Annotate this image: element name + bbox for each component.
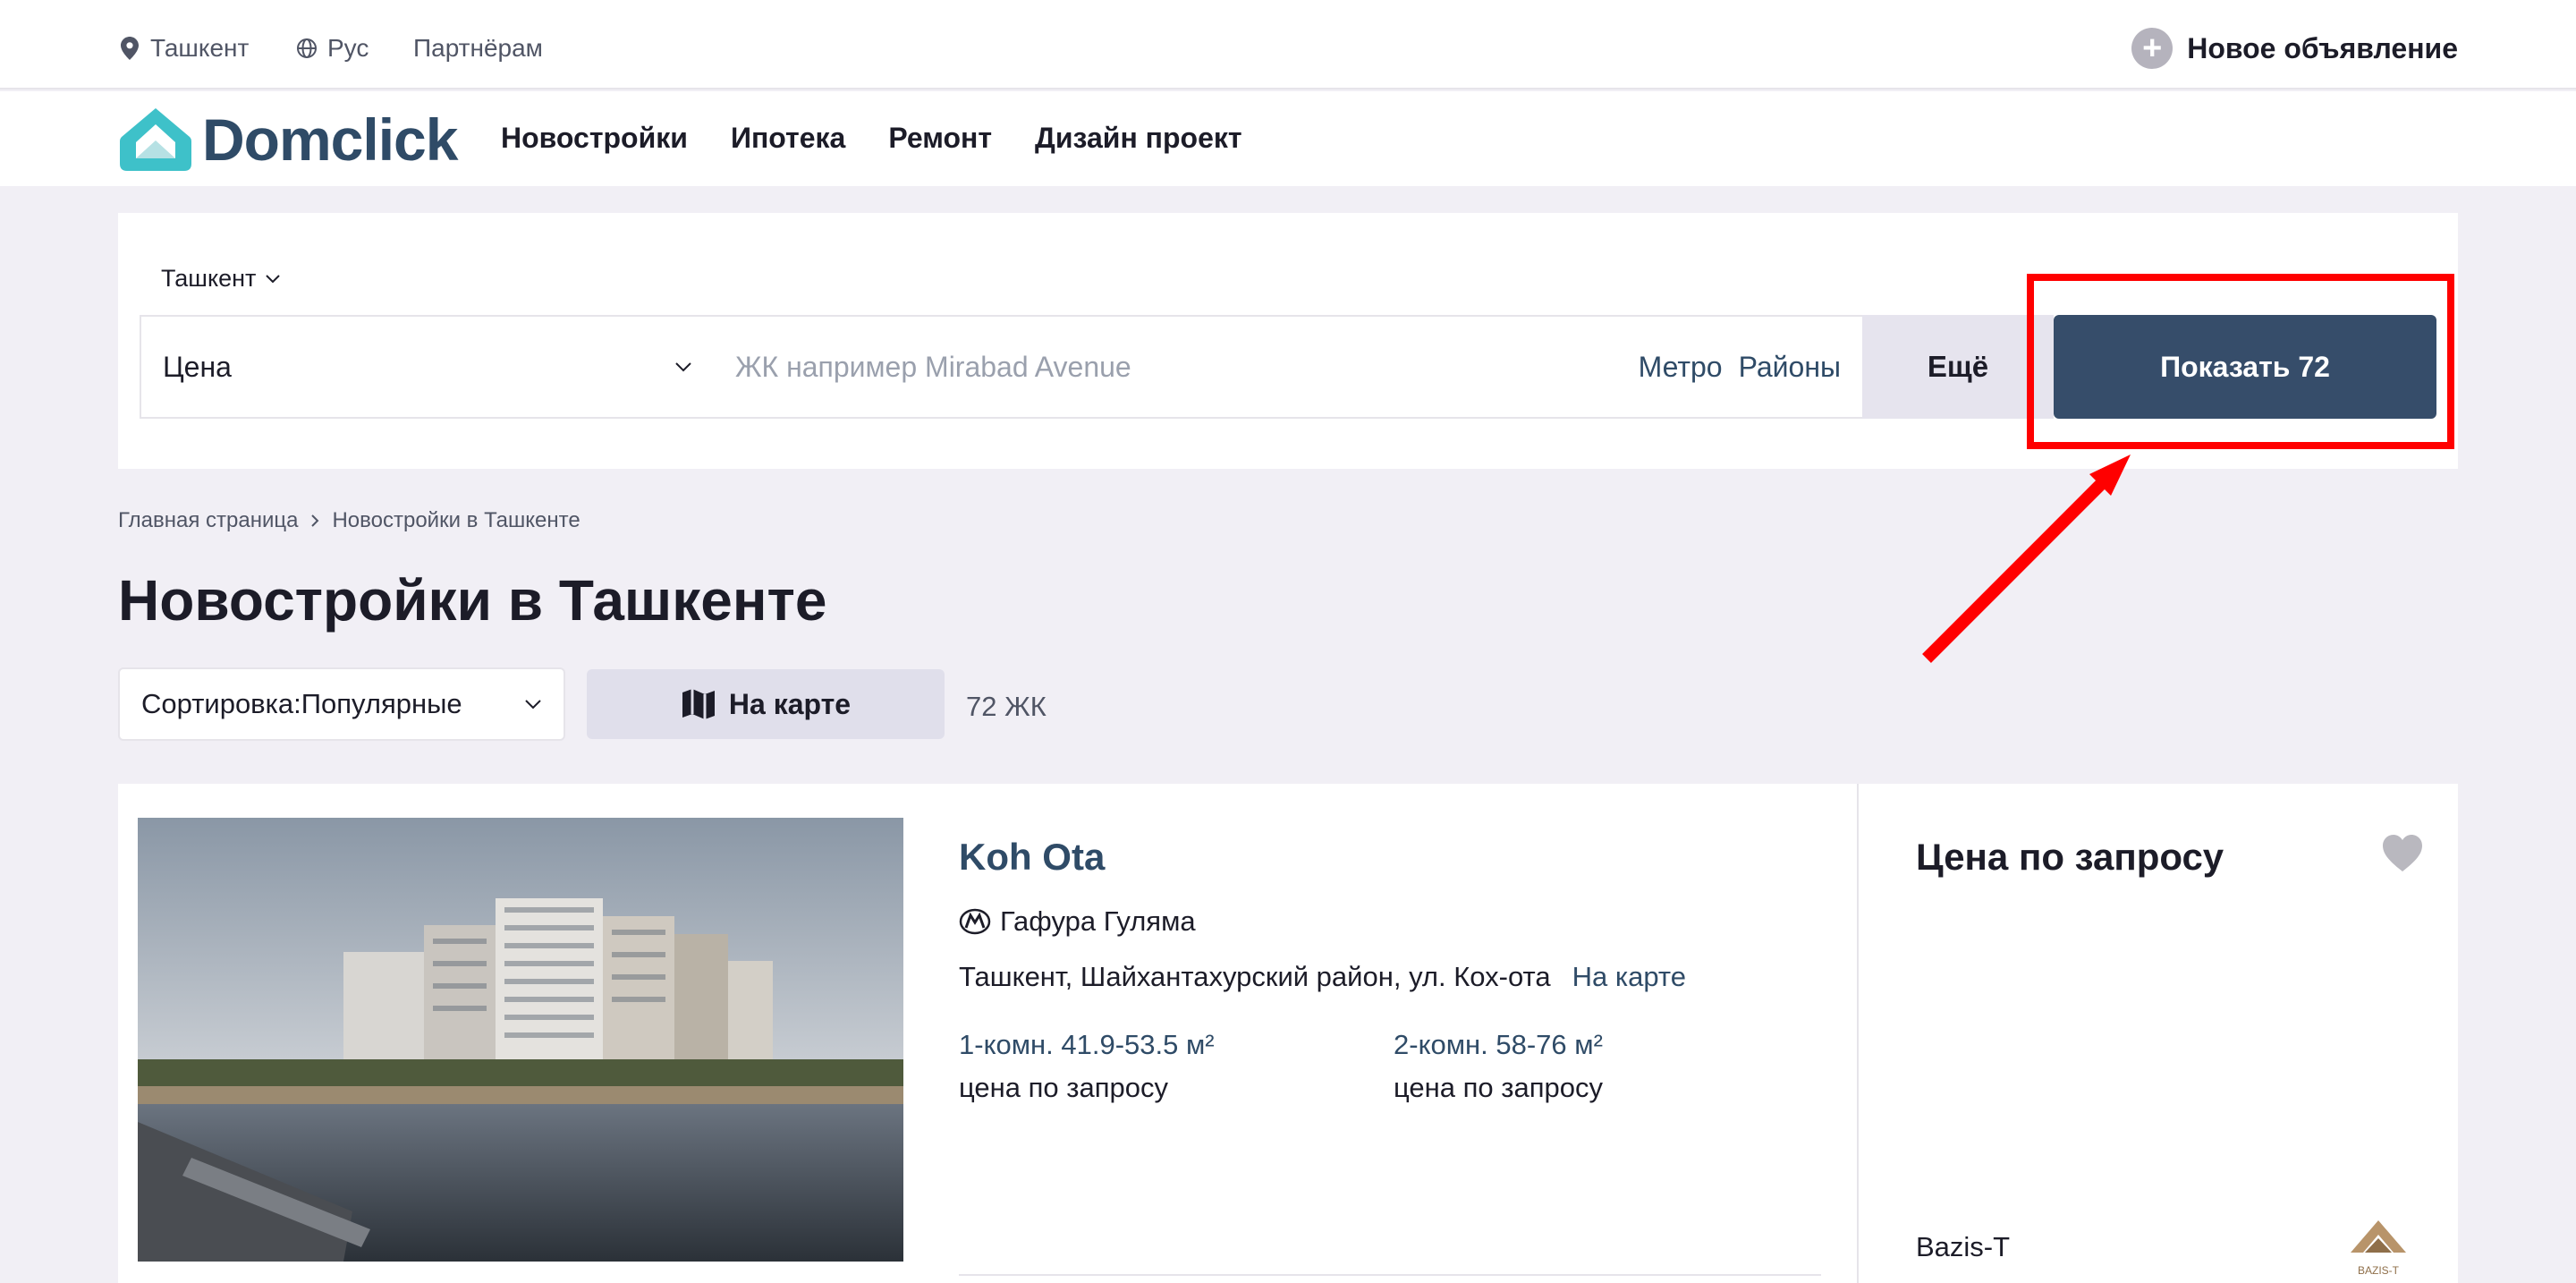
show-on-map-button[interactable]: На карте <box>587 669 945 739</box>
more-filters-button[interactable]: Ещё <box>1862 315 2054 419</box>
partners-label: Партнёрам <box>413 34 543 62</box>
listing-photo[interactable] <box>138 818 903 1262</box>
chevron-down-icon <box>266 274 281 283</box>
apartment-size: 2-комн. 58-76 м² <box>1394 1029 1603 1060</box>
metro-station: Гафура Гуляма <box>959 905 1871 938</box>
metro-filter[interactable]: Метро <box>1639 351 1723 384</box>
top-bar: Ташкент Рус Партнёрам + Новое объявление <box>0 0 2576 89</box>
apartment-price: цена по запросу <box>959 1072 1168 1103</box>
sort-dropdown[interactable]: Сортировка:Популярные <box>118 667 565 741</box>
chevron-down-icon <box>675 362 691 372</box>
nav-link-new-buildings[interactable]: Новостройки <box>501 122 688 155</box>
complex-search-field: Метро Районы <box>714 315 1864 419</box>
listing-address: Ташкент, Шайхантахурский район, ул. Кох-… <box>959 961 1871 993</box>
price-label: Цена <box>163 350 232 383</box>
listing-info: Koh Ota Гафура Гуляма Ташкент, Шайхантах… <box>959 836 1871 1104</box>
apartment-type[interactable]: 2-комн. 58-76 м² цена по запросу <box>1394 1029 1828 1104</box>
nav-link-design-project[interactable]: Дизайн проект <box>1035 122 1242 155</box>
city-dropdown-label: Ташкент <box>161 265 257 292</box>
card-column-separator <box>1857 784 1859 1283</box>
language-label: Рус <box>327 34 369 62</box>
domclick-logo[interactable]: Domclick <box>118 104 458 175</box>
breadcrumb: Главная страница Новостройки в Ташкенте <box>118 508 580 533</box>
address-text: Ташкент, Шайхантахурский район, ул. Кох-… <box>959 961 1551 992</box>
sort-label: Сортировка: <box>141 688 301 719</box>
city-dropdown[interactable]: Ташкент <box>161 265 281 293</box>
show-results-button[interactable]: Показать 72 <box>2054 315 2436 419</box>
apartment-price: цена по запросу <box>1394 1072 1603 1103</box>
metro-icon <box>959 908 991 935</box>
listing-card[interactable]: Koh Ota Гафура Гуляма Ташкент, Шайхантах… <box>118 784 2458 1283</box>
logo-text: Domclick <box>202 106 458 173</box>
new-ad-label: Новое объявление <box>2187 31 2458 64</box>
arrow-annotation <box>1922 455 2131 663</box>
page-title: Новостройки в Ташкенте <box>118 568 827 633</box>
nav-link-mortgage[interactable]: Ипотека <box>731 122 845 155</box>
new-ad-button[interactable]: + Новое объявление <box>2131 25 2458 72</box>
developer-logo-icon: BAZIS-T <box>2351 1220 2406 1277</box>
sort-text: Сортировка:Популярные <box>141 688 462 720</box>
chevron-right-icon <box>311 514 319 527</box>
nav-links: Новостройки Ипотека Ремонт Дизайн проект <box>501 122 1242 155</box>
breadcrumb-home[interactable]: Главная страница <box>118 508 298 533</box>
house-logo-icon <box>120 108 191 171</box>
metro-station-name: Гафура Гуляма <box>1000 905 1196 937</box>
main-nav: Domclick Новостройки Ипотека Ремонт Диза… <box>0 91 2576 186</box>
results-count: 72 ЖК <box>966 691 1046 722</box>
chevron-down-icon <box>525 700 541 709</box>
globe-icon <box>295 37 318 60</box>
city-label: Ташкент <box>150 34 250 62</box>
price-dropdown[interactable]: Цена <box>140 315 716 419</box>
favorite-heart-icon[interactable] <box>2381 834 2424 873</box>
card-divider <box>959 1274 1821 1276</box>
districts-filter[interactable]: Районы <box>1739 351 1841 384</box>
apartment-types: 1-комн. 41.9-53.5 м² цена по запросу 2-к… <box>959 1029 1871 1104</box>
search-panel: Ташкент Цена Метро Районы Ещё Показать 7… <box>118 213 2458 469</box>
developer-logo-text: BAZIS-T <box>2358 1264 2400 1277</box>
listing-title[interactable]: Koh Ota <box>959 836 1871 879</box>
developer-name[interactable]: Bazis-T <box>1916 1231 2010 1263</box>
location-filters: Метро Районы <box>1639 351 1841 384</box>
breadcrumb-current: Новостройки в Ташкенте <box>332 508 580 532</box>
apartment-size: 1-комн. 41.9-53.5 м² <box>959 1029 1215 1060</box>
plus-icon: + <box>2131 28 2174 69</box>
apartment-type[interactable]: 1-комн. 41.9-53.5 м² цена по запросу <box>959 1029 1394 1104</box>
map-button-label: На карте <box>728 687 852 720</box>
language-switch[interactable]: Рус <box>295 30 369 66</box>
map-icon <box>682 689 715 719</box>
listing-map-link[interactable]: На карте <box>1572 961 1686 993</box>
city-link[interactable]: Ташкент <box>118 30 249 66</box>
location-pin-icon <box>118 37 141 60</box>
listing-price: Цена по запросу <box>1916 836 2224 878</box>
developer-logo[interactable]: BAZIS-T <box>2345 1217 2411 1279</box>
nav-link-renovation[interactable]: Ремонт <box>888 122 992 155</box>
complex-search-input[interactable] <box>735 317 1540 417</box>
partners-link[interactable]: Партнёрам <box>413 30 543 66</box>
sort-value: Популярные <box>301 688 462 719</box>
